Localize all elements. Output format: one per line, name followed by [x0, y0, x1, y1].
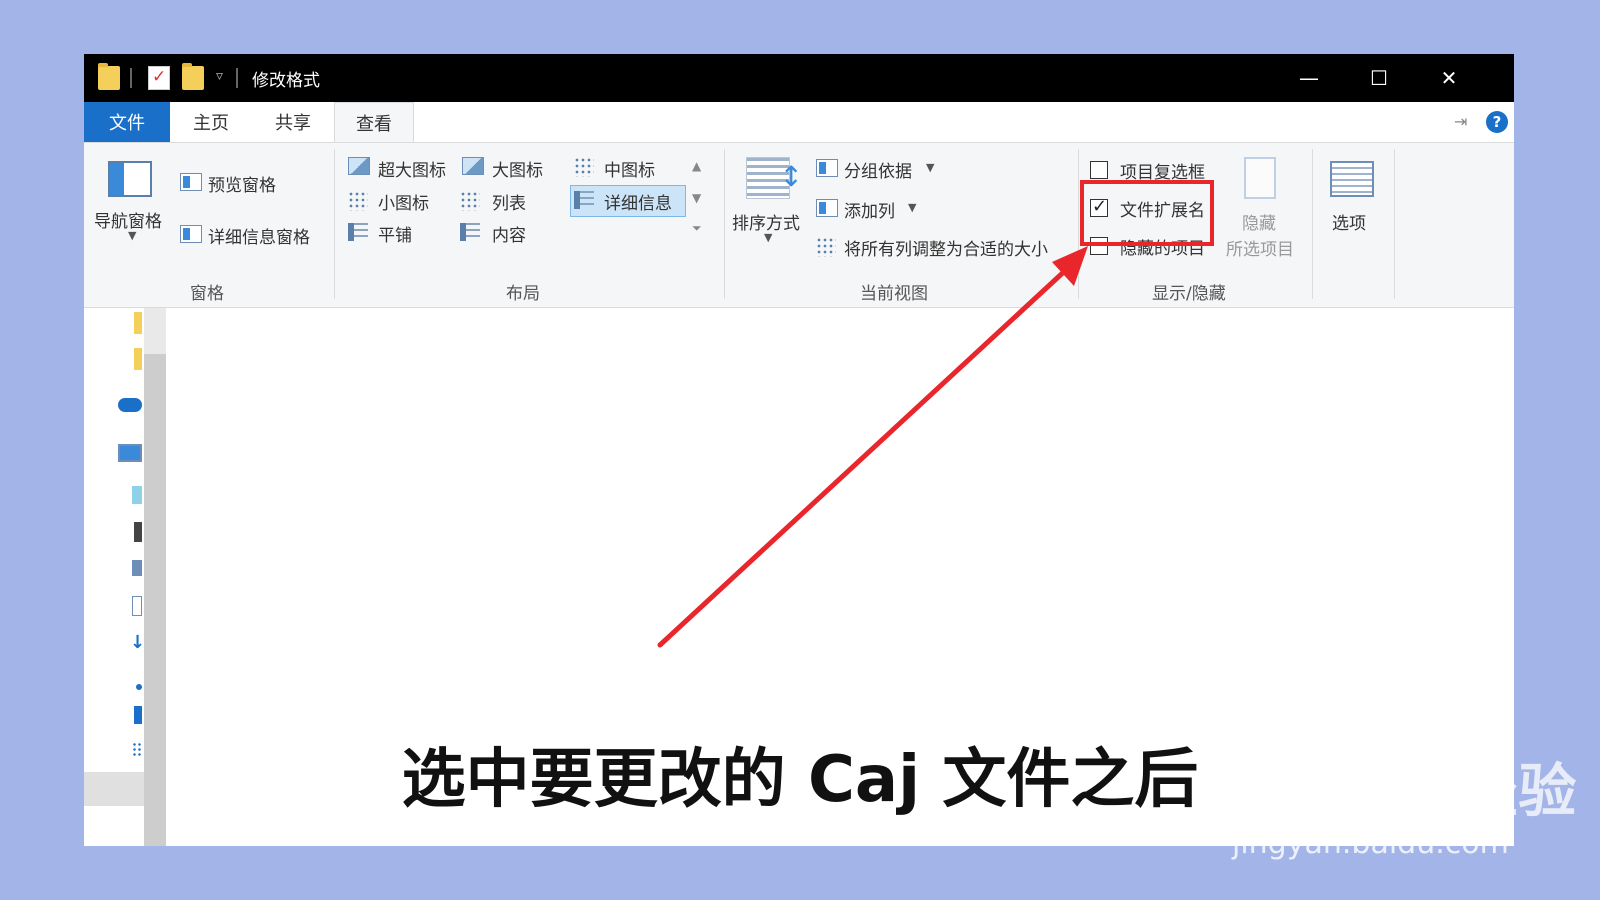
group-by-button[interactable]: 分组依据 [844, 157, 912, 182]
window-title: 修改格式 [252, 71, 320, 91]
add-columns-button[interactable]: 添加列 [844, 197, 895, 222]
group-divider [334, 149, 335, 299]
navigation-pane-icon[interactable] [108, 161, 152, 197]
scroll-down-icon[interactable]: ▼ [692, 191, 701, 205]
maximize-button[interactable]: ☐ [1344, 54, 1414, 102]
layout-small-icons[interactable]: 小图标 [378, 189, 429, 214]
hide-selected-label-2[interactable]: 所选项目 [1226, 235, 1294, 260]
pin-ribbon-icon[interactable]: ⇥ [1454, 112, 1467, 131]
scroll-up-icon[interactable]: ▲ [692, 159, 701, 173]
options-button[interactable]: 选项 [1332, 209, 1366, 234]
tab-home[interactable]: 主页 [170, 102, 252, 142]
layout-medium-icons[interactable]: 中图标 [604, 156, 655, 181]
videos-icon[interactable] [134, 522, 142, 542]
layout-extra-large-icons[interactable]: 超大图标 [378, 156, 446, 181]
new-folder-icon[interactable] [182, 63, 204, 90]
chevron-down-icon[interactable]: ▼ [764, 231, 772, 244]
tab-share[interactable]: 共享 [252, 102, 334, 142]
music-icon[interactable] [136, 684, 142, 690]
item-checkboxes-checkbox[interactable] [1090, 161, 1108, 179]
toolbar-separator [130, 68, 132, 88]
documents-icon[interactable] [132, 596, 142, 616]
add-columns-icon [816, 199, 838, 217]
group-label-panes: 窗格 [190, 284, 224, 304]
tab-view[interactable]: 查看 [334, 102, 414, 142]
large-icons-icon [462, 157, 484, 175]
tiles-icon [348, 223, 368, 241]
ribbon-tab-row: 文件 主页 共享 查看 ⇥ ? [84, 102, 1514, 142]
expand-gallery-icon[interactable]: ⏷ [692, 221, 702, 236]
content-icon [460, 223, 480, 241]
minimize-button[interactable]: — [1274, 54, 1344, 102]
layout-content[interactable]: 内容 [492, 221, 526, 246]
desktop-icon[interactable] [134, 706, 142, 724]
details-icon [574, 191, 594, 209]
group-by-icon [816, 159, 838, 177]
tab-file[interactable]: 文件 [84, 102, 170, 142]
help-icon[interactable]: ? [1486, 111, 1508, 133]
chevron-down-icon[interactable]: ▼ [908, 201, 916, 214]
layout-tiles[interactable]: 平铺 [378, 221, 412, 246]
group-divider [1394, 149, 1395, 299]
extra-large-icons-icon [348, 157, 370, 175]
watermark-url: jingyan.baidu.com [1232, 826, 1509, 861]
title-bar: ▿ 修改格式 — ☐ ✕ [84, 54, 1514, 102]
onedrive-cloud-icon[interactable] [118, 398, 142, 412]
this-pc-icon[interactable] [118, 444, 142, 462]
folder-icon[interactable] [134, 348, 142, 370]
ribbon-view: 导航窗格 ▼ 预览窗格 详细信息窗格 窗格 超大图标 大图标 中图标 小图标 列… [84, 142, 1514, 308]
details-pane-icon [180, 225, 202, 243]
options-icon[interactable] [1330, 161, 1374, 197]
details-pane-button[interactable]: 详细信息窗格 [208, 223, 310, 248]
properties-icon[interactable] [148, 66, 170, 90]
customize-toolbar-chevron-icon[interactable]: ▿ [216, 68, 223, 84]
layout-large-icons[interactable]: 大图标 [492, 156, 543, 181]
group-label-current-view: 当前视图 [860, 284, 928, 304]
hide-selected-label-1[interactable]: 隐藏 [1242, 209, 1276, 234]
3d-objects-icon[interactable] [132, 486, 142, 504]
medium-icons-icon [574, 157, 594, 177]
sort-by-icon[interactable] [746, 157, 803, 199]
layout-details[interactable]: 详细信息 [604, 189, 672, 214]
small-icons-icon [348, 191, 368, 211]
file-extensions-highlight [1080, 180, 1214, 246]
preview-pane-button[interactable]: 预览窗格 [208, 171, 276, 196]
hide-selected-icon[interactable] [1244, 157, 1276, 199]
group-divider [1312, 149, 1313, 299]
chevron-down-icon[interactable]: ▼ [926, 161, 934, 174]
folder-icon[interactable] [134, 312, 142, 334]
downloads-icon[interactable]: ↓ [130, 632, 145, 653]
layout-list[interactable]: 列表 [492, 189, 526, 214]
pictures-icon[interactable] [132, 560, 142, 576]
list-icon [460, 191, 480, 211]
group-divider [724, 149, 725, 299]
group-label-show-hide: 显示/隐藏 [1152, 284, 1226, 304]
group-label-layout: 布局 [506, 284, 540, 304]
close-button[interactable]: ✕ [1414, 54, 1484, 102]
group-divider [1078, 149, 1079, 299]
size-columns-icon [816, 237, 836, 257]
toolbar-separator [236, 68, 238, 88]
baidu-jingyan-watermark-logo: Bai du 经验 [1226, 757, 1578, 825]
chevron-down-icon[interactable]: ▼ [128, 229, 136, 242]
size-all-columns-button[interactable]: 将所有列调整为合适的大小 [844, 235, 1048, 260]
folder-icon [98, 63, 120, 90]
preview-pane-icon [180, 173, 202, 191]
